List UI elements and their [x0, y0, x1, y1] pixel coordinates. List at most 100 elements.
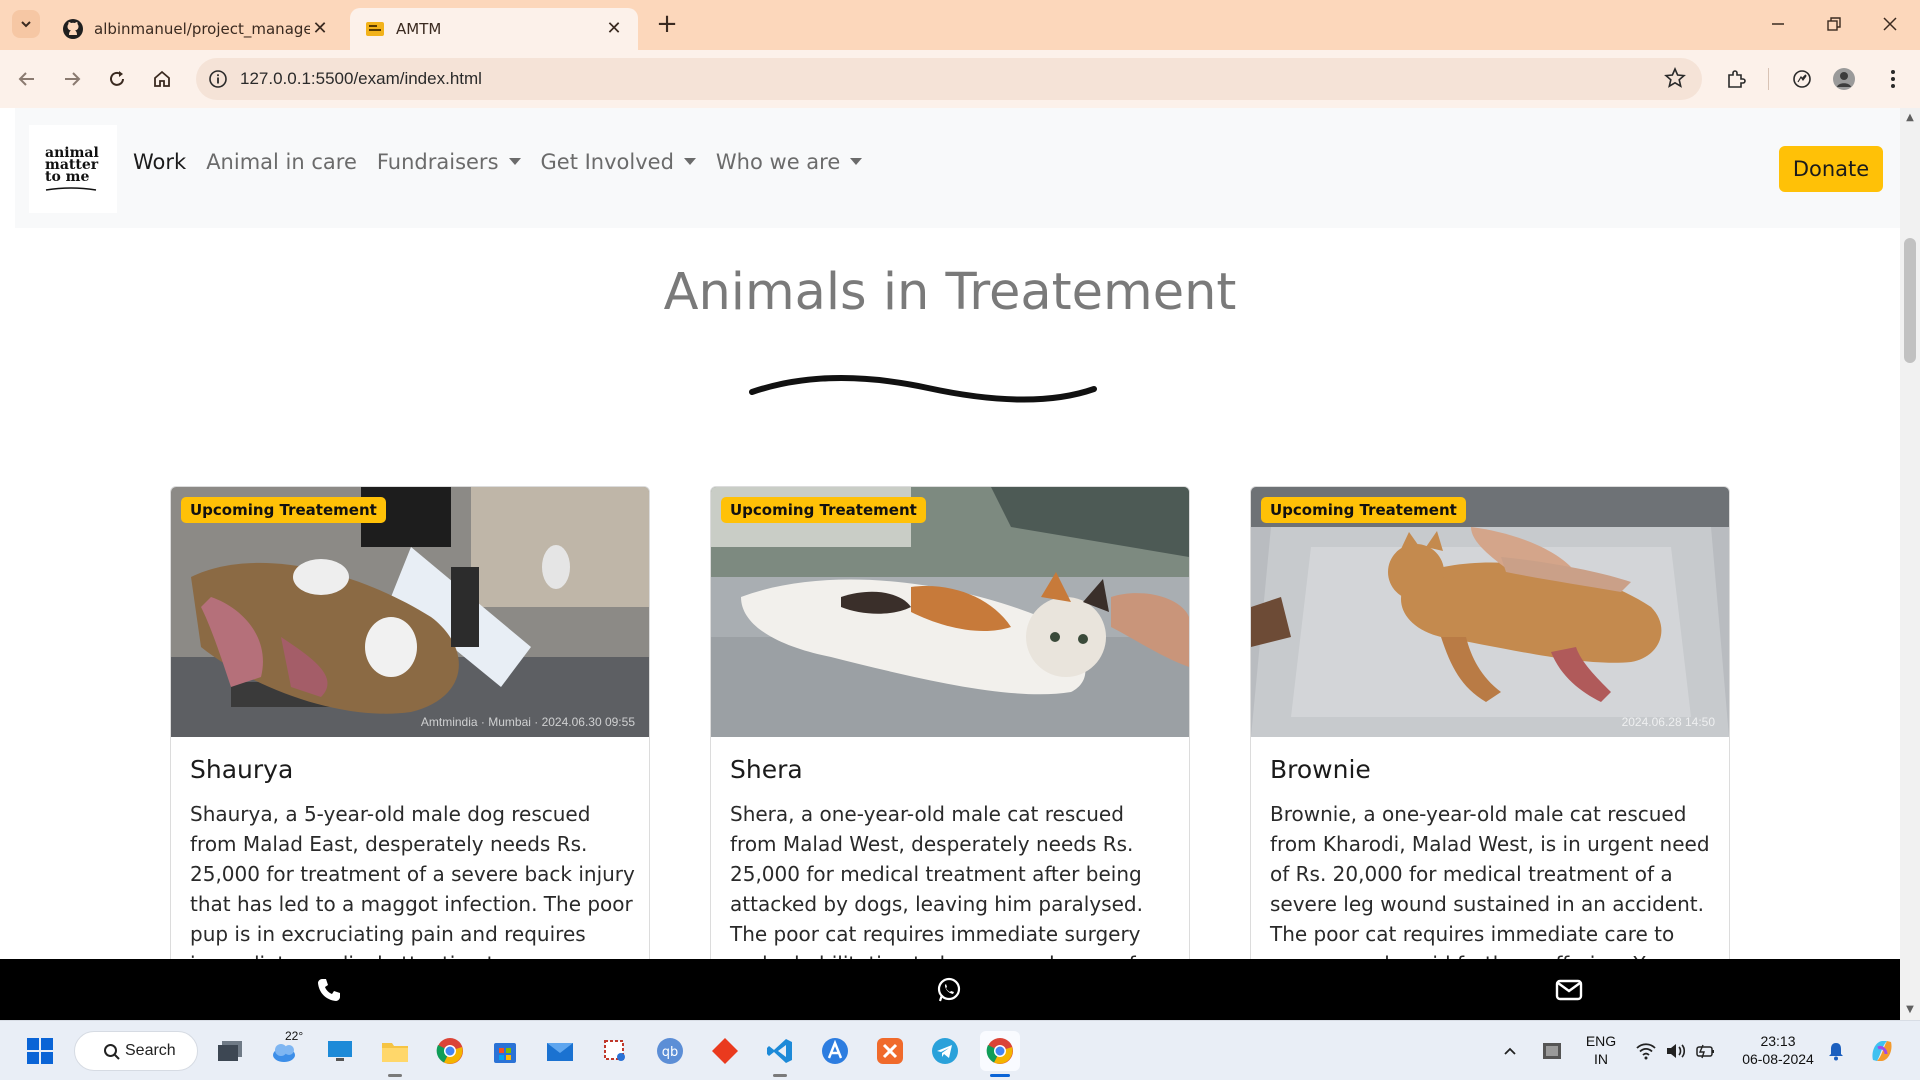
tab-github[interactable]: albinmanuel/project_management ✕ — [48, 8, 344, 50]
language-code: ENG — [1585, 1033, 1617, 1049]
email-icon[interactable] — [1555, 976, 1583, 1004]
notification-bell-icon[interactable] — [1822, 1031, 1850, 1071]
qbittorrent-icon[interactable]: qb — [650, 1031, 690, 1071]
nav-who-we-are-dropdown[interactable]: Who we are — [716, 150, 862, 174]
photo-timestamp: 2024.06.28 14:50 — [1621, 715, 1715, 729]
animal-card[interactable]: Upcoming Treatement 2024.06.28 14:50 Bro… — [1250, 486, 1730, 959]
page-scrollbar[interactable]: ▲ ▼ — [1900, 108, 1920, 1020]
chrome-active-icon[interactable] — [980, 1031, 1020, 1071]
chrome-icon[interactable] — [430, 1031, 470, 1071]
heading-underline-squiggle — [749, 375, 1097, 403]
microsoft-store-icon[interactable] — [485, 1031, 525, 1071]
address-bar[interactable]: 127.0.0.1:5500/exam/index.html — [196, 58, 1702, 100]
volume-icon[interactable] — [1662, 1031, 1690, 1071]
desktop-app-icon[interactable] — [320, 1031, 360, 1071]
scroll-up-arrow-icon[interactable]: ▲ — [1904, 112, 1916, 124]
scroll-down-arrow-icon[interactable]: ▼ — [1904, 1004, 1916, 1016]
close-icon — [1883, 17, 1897, 31]
animal-description: Shera, a one-year-old male cat rescued f… — [730, 802, 1143, 959]
tray-app-icon[interactable] — [1537, 1031, 1567, 1071]
wifi-icon[interactable] — [1632, 1031, 1660, 1071]
more-vertical-icon — [1891, 70, 1895, 88]
copilot-icon[interactable] — [1862, 1031, 1902, 1071]
animal-card[interactable]: Upcoming Treatement Amtmindia · Mumbai ·… — [170, 486, 650, 959]
page-favicon-icon — [364, 18, 386, 40]
browser-tab-strip: albinmanuel/project_management ✕ AMTM ✕ … — [0, 0, 1920, 50]
start-button[interactable] — [20, 1031, 60, 1071]
reload-icon — [110, 71, 124, 86]
app-a-icon[interactable] — [815, 1031, 855, 1071]
windows-taskbar: Search 22° qb ENG IN 23:13 06-08-2024 — [0, 1020, 1920, 1080]
clock-time: 23:13 — [1760, 1033, 1796, 1049]
status-badge: Upcoming Treatement — [1261, 497, 1466, 523]
weather-temp: 22° — [285, 1029, 304, 1043]
forward-button[interactable] — [55, 62, 89, 96]
nav-animal-in-care[interactable]: Animal in care — [206, 150, 357, 174]
animal-card[interactable]: Upcoming Treatement Shera Shera, a one-y… — [710, 486, 1190, 959]
status-badge: Upcoming Treatement — [181, 497, 386, 523]
browser-menu-button[interactable] — [1876, 62, 1910, 96]
phone-icon[interactable] — [315, 976, 343, 1004]
chevron-down-icon — [21, 21, 31, 28]
site-info-icon[interactable] — [196, 69, 240, 89]
logo-line: to me — [45, 168, 90, 185]
page-viewport: animal matter to me Work Animal in care … — [0, 108, 1900, 959]
github-icon — [62, 18, 84, 40]
avatar-icon — [1833, 68, 1855, 90]
running-indicator — [388, 1074, 402, 1077]
windows-logo-icon — [27, 1038, 53, 1064]
donate-button[interactable]: Donate — [1779, 146, 1883, 192]
animal-name: Brownie — [1270, 755, 1371, 784]
clock[interactable]: 23:13 06-08-2024 — [1730, 1032, 1826, 1068]
profile-avatar[interactable] — [1827, 62, 1861, 96]
photo-timestamp: Amtmindia · Mumbai · 2024.06.30 09:55 — [420, 715, 635, 729]
new-tab-button[interactable]: + — [652, 10, 682, 40]
task-view-icon[interactable] — [210, 1031, 250, 1071]
close-icon[interactable]: ✕ — [604, 19, 624, 39]
site-logo[interactable]: animal matter to me — [29, 125, 117, 213]
vscode-icon[interactable] — [760, 1031, 800, 1071]
running-indicator — [773, 1074, 787, 1077]
nav-get-involved-dropdown[interactable]: Get Involved — [541, 150, 696, 174]
chevron-up-icon[interactable] — [1495, 1031, 1525, 1071]
scrollbar-thumb[interactable] — [1904, 238, 1916, 363]
extensions-button[interactable] — [1719, 62, 1753, 96]
status-badge: Upcoming Treatement — [721, 497, 926, 523]
tab-search-button[interactable] — [12, 10, 40, 38]
nav-work[interactable]: Work — [133, 150, 186, 174]
language-indicator[interactable]: ENG IN — [1578, 1032, 1624, 1068]
nav-fundraisers-dropdown[interactable]: Fundraisers — [377, 150, 521, 174]
animal-photo — [1251, 487, 1729, 737]
whatsapp-icon[interactable] — [935, 976, 963, 1004]
nav-links: Work Animal in care Fundraisers Get Invo… — [133, 150, 862, 174]
taskbar-search[interactable]: Search — [74, 1031, 198, 1071]
tab-amtm[interactable]: AMTM ✕ — [350, 8, 638, 50]
close-icon[interactable]: ✕ — [310, 19, 330, 39]
xampp-icon[interactable] — [870, 1031, 910, 1071]
home-icon — [154, 70, 170, 87]
file-explorer-icon[interactable] — [375, 1031, 415, 1071]
svg-text:qb: qb — [662, 1045, 679, 1060]
search-icon — [104, 1044, 120, 1060]
back-button[interactable] — [10, 62, 44, 96]
snipping-tool-icon[interactable] — [595, 1031, 635, 1071]
telegram-icon[interactable] — [925, 1031, 965, 1071]
close-window-button[interactable] — [1870, 8, 1910, 40]
git-icon[interactable] — [705, 1031, 745, 1071]
reload-button[interactable] — [100, 62, 134, 96]
bookmark-star-icon[interactable] — [1664, 66, 1686, 93]
restore-button[interactable] — [1814, 8, 1854, 40]
performance-button[interactable] — [1785, 62, 1819, 96]
puzzle-icon — [1728, 70, 1746, 88]
logo-swash-icon — [45, 186, 97, 191]
battery-icon[interactable] — [1692, 1031, 1720, 1071]
toolbar-divider — [1768, 68, 1769, 90]
mail-icon[interactable] — [540, 1031, 580, 1071]
weather-widget[interactable]: 22° — [265, 1029, 305, 1071]
animal-name: Shaurya — [190, 755, 294, 784]
home-button[interactable] — [145, 62, 179, 96]
animal-name: Shera — [730, 755, 803, 784]
tab-title: albinmanuel/project_management — [94, 20, 310, 38]
minimize-button[interactable] — [1758, 8, 1798, 40]
clock-date: 06-08-2024 — [1742, 1051, 1814, 1067]
